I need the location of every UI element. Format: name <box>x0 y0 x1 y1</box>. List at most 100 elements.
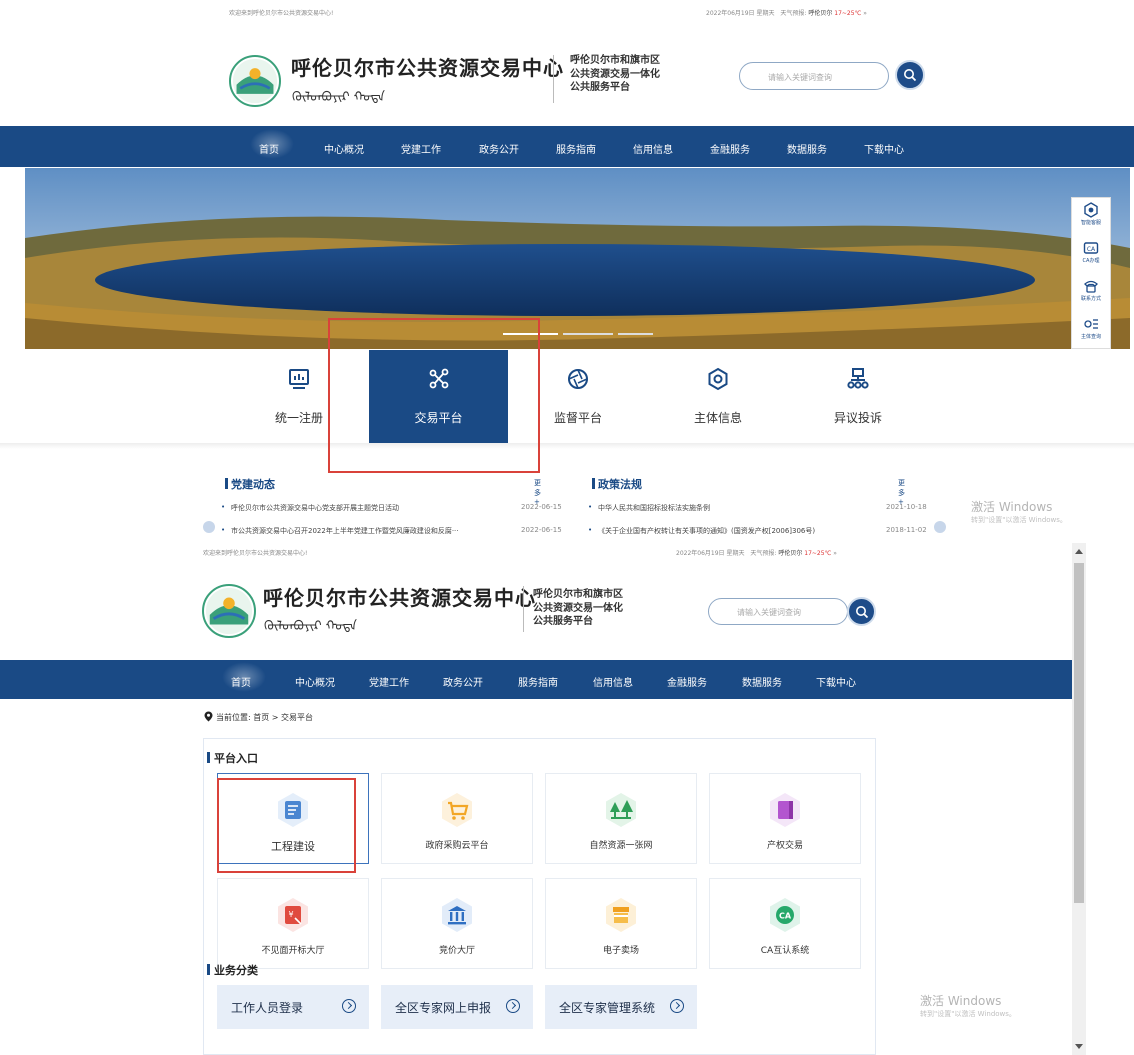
card-label: 政府采购云平台 <box>425 841 489 851</box>
search-button[interactable] <box>895 60 925 90</box>
header-divider <box>553 55 554 103</box>
watermark-title: 激活 Windows <box>971 500 1053 514</box>
windows-activation-watermark: 激活 Windows 转到"设置"以激活 Windows。 <box>971 498 1067 525</box>
search-button[interactable] <box>847 597 876 626</box>
scroll-down-arrow-icon[interactable] <box>1075 1044 1083 1049</box>
nav-about[interactable]: 中心概况 <box>324 141 364 156</box>
business-section-title: 业务分类 <box>207 964 258 977</box>
nav-credit[interactable]: 信用信息 <box>633 141 673 156</box>
nav-gov-affairs[interactable]: 政务公开 <box>443 674 483 689</box>
welcome-text: 欢迎来到呼伦贝尔市公共资源交易中心! <box>203 550 308 557</box>
expert-management-button[interactable]: 全区专家管理系统 <box>545 985 697 1029</box>
page-scrollbar[interactable] <box>1072 543 1086 1055</box>
site-subtitle: 呼伦贝尔市和旗市区 公共资源交易一体化 公共服务平台 <box>570 54 660 95</box>
nav-party[interactable]: 党建工作 <box>369 674 409 689</box>
quick-entry-complaint[interactable]: 异议投诉 <box>788 350 928 443</box>
policy-news-title: 政策法规 <box>592 478 642 491</box>
main-nav: 首页 中心概况 党建工作 政务公开 服务指南 信用信息 金融服务 数据服务 下载… <box>0 660 1072 699</box>
nav-download[interactable]: 下载中心 <box>864 141 904 156</box>
scroll-thumb[interactable] <box>1074 563 1084 903</box>
site-subtitle: 呼伦贝尔市和旗市区 公共资源交易一体化 公共服务平台 <box>533 588 623 629</box>
card-property-rights[interactable]: 产权交易 <box>709 773 861 864</box>
nav-finance[interactable]: 金融服务 <box>710 141 750 156</box>
search-icon <box>855 605 868 618</box>
expert-apply-button[interactable]: 全区专家网上申报 <box>381 985 533 1029</box>
svg-text:CA: CA <box>779 912 792 921</box>
trees-icon <box>606 793 636 827</box>
nav-credit[interactable]: 信用信息 <box>593 674 633 689</box>
nav-service-guide[interactable]: 服务指南 <box>556 141 596 156</box>
news-prev-arrow-icon[interactable] <box>203 521 215 533</box>
news-next-arrow-icon[interactable] <box>934 521 946 533</box>
svg-text:¥: ¥ <box>288 910 293 919</box>
arrow-circle-icon <box>506 999 520 1013</box>
search-input[interactable]: 请输入关键词查询 <box>739 62 889 90</box>
party-news-more-link[interactable]: 更多+ <box>534 478 541 506</box>
quick-entry-entity-info[interactable]: 主体信息 <box>648 350 788 443</box>
news-date: 2018-11-02 <box>886 526 927 534</box>
news-item[interactable]: 《关于企业国有产权转让有关事项的通知》(国资发产权[2006]306号) <box>588 526 815 536</box>
mongolian-title: ᠬᠥᠯᠦᠨᠪᠤᠶᠢᠷ ᠬᠣᠲᠠ <box>264 619 357 634</box>
news-item[interactable]: 中华人民共和国招标投标法实施条例 <box>588 503 710 513</box>
weather-temp: 17~25℃ <box>804 550 832 557</box>
weather-more-link[interactable]: » <box>833 550 837 557</box>
nav-gov-affairs[interactable]: 政务公开 <box>479 141 519 156</box>
phone-icon <box>1084 280 1098 293</box>
scroll-up-arrow-icon[interactable] <box>1075 549 1083 554</box>
yuan-card-icon: ¥ <box>278 898 308 932</box>
side-item-label: 联系方式 <box>1080 296 1101 302</box>
banner-dot[interactable] <box>563 333 613 335</box>
news-item[interactable]: 呼伦贝尔市公共资源交易中心党支部开展主题党日活动 <box>221 503 399 513</box>
nav-download[interactable]: 下载中心 <box>816 674 856 689</box>
card-e-mall[interactable]: 电子卖场 <box>545 878 697 969</box>
quick-entry-label: 异议投诉 <box>833 411 882 425</box>
arrow-circle-icon <box>342 999 356 1013</box>
nav-about[interactable]: 中心概况 <box>295 674 335 689</box>
hexagon-icon <box>708 367 728 391</box>
main-nav: 首页 中心概况 党建工作 政务公开 服务指南 信用信息 金融服务 数据服务 下载… <box>0 126 1134 167</box>
category-label: 全区专家网上申报 <box>395 1001 492 1015</box>
nav-data[interactable]: 数据服务 <box>742 674 782 689</box>
news-date: 2021-10-18 <box>886 503 927 511</box>
side-smart-service[interactable]: 智能客服 <box>1072 198 1110 234</box>
subtitle-line: 公共资源交易一体化 <box>570 68 660 80</box>
quick-entry-row: 统一注册 交易平台 监督平台 主体信息 异议投诉 <box>0 350 1134 444</box>
subtitle-line: 公共服务平台 <box>533 616 593 627</box>
search-input[interactable]: 请输入关键词查询 <box>708 598 848 625</box>
card-ca-mutual-recognition[interactable]: CA CA互认系统 <box>709 878 861 969</box>
logo-emblem-icon[interactable] <box>202 584 256 638</box>
card-remote-bid-hall[interactable]: ¥ 不见面开标大厅 <box>217 878 369 969</box>
card-gov-procurement[interactable]: 政府采购云平台 <box>381 773 533 864</box>
monitor-chart-icon <box>289 369 309 389</box>
highlight-engineering-card <box>217 778 356 873</box>
nav-finance[interactable]: 金融服务 <box>667 674 707 689</box>
floating-side-panel: 智能客服 CA CA办理 联系方式 主体查询 <box>1071 197 1111 349</box>
side-entity-query[interactable]: 主体查询 <box>1072 312 1110 348</box>
nav-party[interactable]: 党建工作 <box>401 141 441 156</box>
card-bidding-hall[interactable]: 竞价大厅 <box>381 878 533 969</box>
card-natural-resources[interactable]: 自然资源一张网 <box>545 773 697 864</box>
party-news-title: 党建动态 <box>225 478 275 491</box>
search-placeholder: 请输入关键词查询 <box>768 73 832 82</box>
nav-home[interactable]: 首页 <box>250 129 294 159</box>
weather-temp: 17~25℃ <box>834 10 862 17</box>
side-ca-service[interactable]: CA CA办理 <box>1072 236 1110 272</box>
staff-login-button[interactable]: 工作人员登录 <box>217 985 369 1029</box>
nav-data[interactable]: 数据服务 <box>787 141 827 156</box>
weather-label: 天气预报: <box>780 10 807 17</box>
banner-dot[interactable] <box>618 333 653 335</box>
category-label: 工作人员登录 <box>231 1001 304 1015</box>
chat-bot-icon <box>1084 202 1098 218</box>
platform-section-title: 平台入口 <box>207 752 258 765</box>
nav-service-guide[interactable]: 服务指南 <box>518 674 558 689</box>
breadcrumb-text[interactable]: 当前位置: 首页 > 交易平台 <box>216 712 313 723</box>
arrow-circle-icon <box>670 999 684 1013</box>
side-contact[interactable]: 联系方式 <box>1072 274 1110 310</box>
logo-emblem-icon[interactable] <box>229 55 281 107</box>
policy-news-more-link[interactable]: 更多+ <box>898 478 905 506</box>
nav-home[interactable]: 首页 <box>222 662 266 692</box>
card-label: 竞价大厅 <box>438 946 475 956</box>
weather-city: 呼伦贝尔 <box>778 550 803 557</box>
news-item[interactable]: 市公共资源交易中心召开2022年上半年党建工作暨党风廉政建设和反腐··· <box>221 526 458 536</box>
weather-more-link[interactable]: » <box>863 10 867 17</box>
